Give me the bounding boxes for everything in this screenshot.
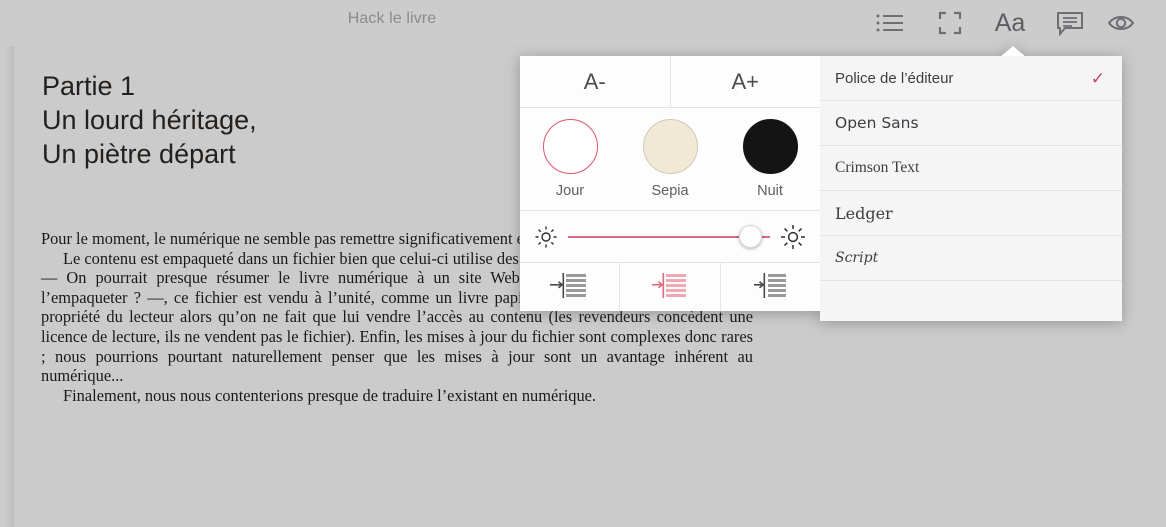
indent-none-icon xyxy=(546,271,594,304)
font-option-script[interactable]: Script xyxy=(820,236,1122,281)
page-title: Hack le livre xyxy=(347,10,437,27)
font-option-ledger[interactable]: Ledger xyxy=(820,191,1122,236)
heading-line-1: Partie 1 xyxy=(42,71,136,101)
paragraph: Finalement, nous nous contenterions pres… xyxy=(63,385,597,405)
theme-jour-swatch xyxy=(542,119,598,174)
brightness-thumb[interactable] xyxy=(739,225,762,248)
toc-button[interactable] xyxy=(860,0,920,46)
comments-button[interactable] xyxy=(1040,0,1100,46)
toolbar-icon-group: Aa xyxy=(860,0,1166,46)
theme-jour-option[interactable]: Jour xyxy=(520,119,620,199)
theme-nuit-option[interactable]: Nuit xyxy=(720,119,820,199)
reader-app: Hack le livre Aa Partie 1 Un lourd hérit… xyxy=(0,0,1166,527)
sun-large-icon xyxy=(780,224,806,250)
brightness-slider[interactable] xyxy=(568,225,770,248)
font-size-row: A- A+ xyxy=(520,56,820,108)
theme-row: Jour Sepia Nuit xyxy=(520,108,820,211)
font-option-police-editeur[interactable]: Police de l’éditeur ✓ xyxy=(820,56,1122,101)
indent-first-icon xyxy=(646,271,694,304)
toc-icon xyxy=(875,12,905,34)
theme-sepia-label: Sepia xyxy=(651,183,689,199)
top-toolbar: Hack le livre Aa xyxy=(0,0,1166,46)
alignment-row xyxy=(520,263,820,311)
theme-nuit-label: Nuit xyxy=(757,183,783,199)
check-icon: ✓ xyxy=(1090,68,1105,88)
theme-sepia-option[interactable]: Sepia xyxy=(620,119,720,199)
chapter-heading: Partie 1 Un lourd héritage, Un piètre dé… xyxy=(42,69,257,171)
font-option-label: Police de l’éditeur xyxy=(835,69,954,87)
brightness-row xyxy=(520,211,820,263)
font-settings-button[interactable]: Aa xyxy=(980,0,1040,46)
decrease-font-size-label: A- xyxy=(583,68,606,94)
align-indent-none-button[interactable] xyxy=(520,263,619,311)
eye-icon xyxy=(1108,12,1142,34)
font-option-label: Open Sans xyxy=(835,114,919,132)
font-option-label: Crimson Text xyxy=(835,159,920,176)
indent-block-icon xyxy=(746,271,794,304)
font-option-crimson-text[interactable]: Crimson Text xyxy=(820,146,1122,191)
increase-font-size-label: A+ xyxy=(731,68,760,94)
font-option-label: Ledger xyxy=(835,203,893,223)
font-settings-icon: Aa xyxy=(994,8,1026,37)
theme-nuit-swatch xyxy=(742,119,798,174)
font-option-label: Script xyxy=(835,250,879,266)
font-option-open-sans[interactable]: Open Sans xyxy=(820,101,1122,146)
sun-small-icon xyxy=(534,225,558,249)
font-settings-popover: A- A+ Jour Sepia Nuit Police de l’éditeu… xyxy=(520,46,1122,321)
fullscreen-icon xyxy=(938,11,962,35)
align-indent-first-button[interactable] xyxy=(619,263,719,311)
align-indent-block-button[interactable] xyxy=(719,263,820,311)
heading-line-3: Un piètre départ xyxy=(42,139,236,169)
heading-line-2: Un lourd héritage, xyxy=(42,105,257,135)
theme-sepia-swatch xyxy=(642,119,698,174)
theme-jour-label: Jour xyxy=(555,183,585,199)
increase-font-size-button[interactable]: A+ xyxy=(669,56,820,107)
fullscreen-button[interactable] xyxy=(920,0,980,46)
comments-icon xyxy=(1056,11,1084,36)
font-list: Police de l’éditeur ✓ Open Sans Crimson … xyxy=(820,56,1122,321)
decrease-font-size-button[interactable]: A- xyxy=(520,56,670,107)
preview-button[interactable] xyxy=(1100,0,1166,46)
popover-left-column: A- A+ Jour Sepia Nuit xyxy=(520,56,820,311)
